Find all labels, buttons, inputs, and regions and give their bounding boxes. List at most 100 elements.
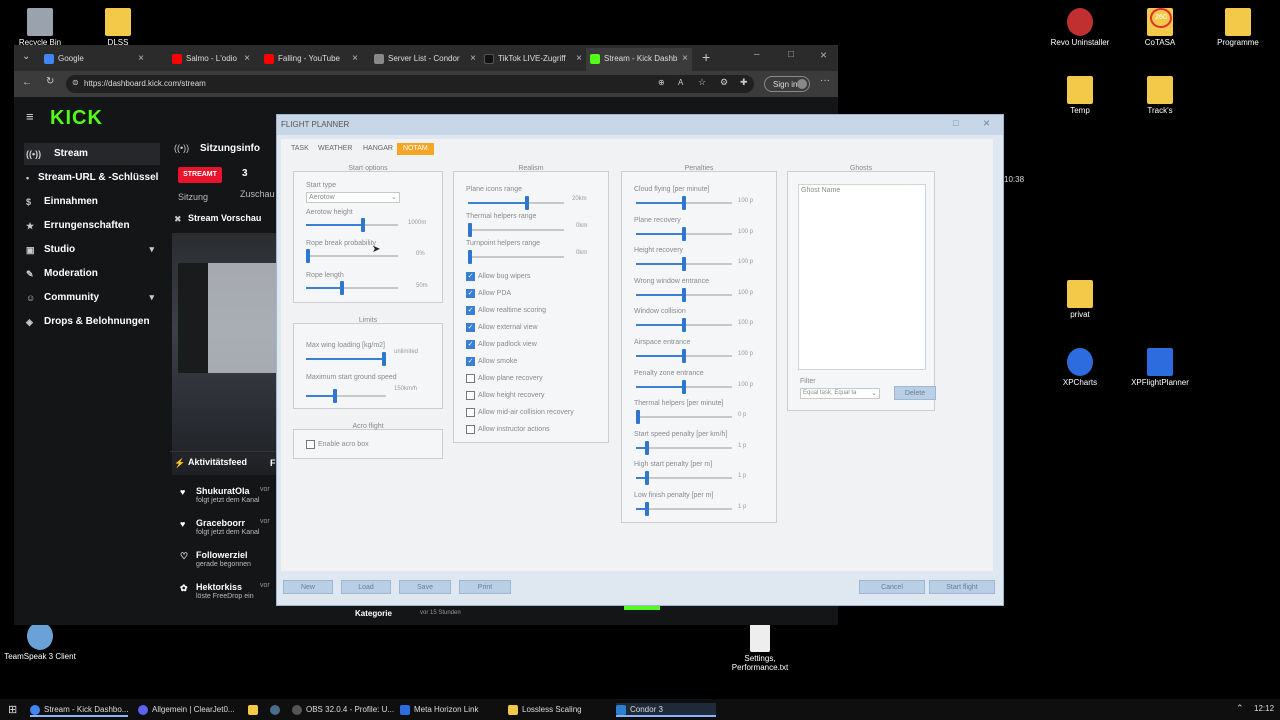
nav-einnahmen[interactable]: $ Einnahmen [24, 191, 160, 213]
read-aloud-icon[interactable]: A [678, 78, 683, 87]
tab-server-list[interactable]: Server List - Condor × [370, 48, 480, 71]
enable-acro-checkbox[interactable] [306, 440, 315, 449]
reload-icon[interactable]: ↻ [46, 76, 54, 87]
close-tab-icon[interactable]: × [244, 53, 250, 64]
maximize-icon[interactable]: □ [788, 49, 794, 60]
tab-hangar[interactable]: HANGAR [357, 143, 399, 155]
nav-moderation[interactable]: ✎ Moderation [24, 263, 160, 285]
zoom-icon[interactable]: ⊕ [658, 78, 665, 87]
tab-weather[interactable]: WEATHER [312, 143, 358, 155]
tab-notam[interactable]: NOTAM [397, 143, 434, 155]
thermal-helpers-range-slider[interactable] [468, 223, 564, 237]
nav-errungenschaften[interactable]: ★ Errungenschaften [24, 215, 160, 237]
slider-thumb[interactable] [333, 389, 337, 403]
hamburger-menu-icon[interactable]: ≡ [26, 109, 34, 124]
desktop-icon-xpcharts[interactable]: XPCharts [1040, 348, 1120, 387]
desktop-icon-settings-txt[interactable]: Settings, Performance.txt [720, 624, 800, 672]
slider-thumb[interactable] [636, 410, 640, 425]
save-button[interactable]: Save [399, 580, 451, 594]
slider-thumb[interactable] [682, 257, 686, 272]
back-icon[interactable]: ← [22, 77, 32, 88]
rope-break-slider[interactable] [306, 249, 398, 263]
desktop-icon-xpflightplanner[interactable]: XPFlightPlanner [1120, 348, 1200, 387]
slider-thumb[interactable] [468, 223, 472, 237]
kick-logo[interactable]: KICK [50, 107, 103, 130]
slider-thumb[interactable] [645, 471, 649, 486]
new-button[interactable]: New [283, 580, 333, 594]
start-type-select[interactable]: Aerotow ⌄ [306, 192, 400, 203]
taskbar-item-explorer[interactable] [248, 703, 262, 717]
penalty-slider[interactable] [636, 349, 732, 363]
site-info-icon[interactable]: ⊜ [72, 78, 79, 87]
penalty-slider[interactable] [636, 287, 732, 302]
penalty-slider[interactable] [636, 318, 732, 333]
taskbar-item-meta-horizon[interactable]: Meta Horizon Link [400, 703, 478, 717]
slider-thumb[interactable] [468, 250, 472, 264]
ghost-list[interactable]: Ghost Name [798, 184, 926, 370]
favorite-icon[interactable]: ☆ [698, 77, 706, 88]
start-ground-speed-slider[interactable] [306, 389, 386, 403]
close-window-icon[interactable]: × [820, 48, 827, 62]
slider-thumb[interactable] [645, 502, 649, 516]
maximize-icon[interactable]: □ [953, 118, 958, 128]
allow-padlock-view-checkbox[interactable]: ✓ [466, 340, 475, 349]
slider-thumb[interactable] [682, 287, 686, 302]
taskbar-item-steam[interactable] [270, 703, 284, 717]
load-button[interactable]: Load [341, 580, 391, 594]
penalty-slider[interactable] [636, 226, 732, 241]
allow-height-recovery-checkbox[interactable] [466, 391, 475, 400]
slider-thumb[interactable] [682, 196, 686, 210]
taskbar-item-discord[interactable]: Allgemein | ClearJet0... [138, 703, 235, 717]
allow-midair-collision-recovery-checkbox[interactable] [466, 408, 475, 417]
desktop-icon-recycle-bin[interactable]: Recycle Bin [0, 8, 80, 47]
url-field[interactable]: ⊜ https://dashboard.kick.com/stream ⊕ A … [66, 75, 754, 93]
penalty-slider[interactable] [636, 379, 732, 394]
slider-thumb[interactable] [645, 440, 649, 455]
more-menu-icon[interactable]: ··· [820, 75, 830, 86]
desktop-icon-teamspeak[interactable]: TeamSpeak 3 Client [0, 622, 80, 661]
nav-drops[interactable]: ◈ Drops & Belohnungen [24, 311, 160, 333]
wing-loading-slider[interactable] [306, 352, 386, 366]
chevron-down-icon[interactable]: ▾ [149, 292, 154, 303]
tab-list-chevron-icon[interactable]: ⌄ [22, 51, 30, 62]
turnpoint-helpers-range-slider[interactable] [468, 250, 564, 264]
close-tab-icon[interactable]: × [470, 53, 476, 64]
print-button[interactable]: Print [459, 580, 511, 594]
nav-stream-url-key[interactable]: • Stream-URL & -Schlüssel [24, 167, 160, 189]
filter-select[interactable]: Equal task, Equal ta ⌄ [800, 388, 880, 399]
desktop-icon-programme[interactable]: Programme [1198, 8, 1278, 47]
close-tab-icon[interactable]: × [682, 53, 688, 64]
slider-thumb[interactable] [682, 318, 686, 333]
allow-instructor-actions-checkbox[interactable] [466, 425, 475, 434]
slider-thumb[interactable] [682, 226, 686, 241]
slider-thumb[interactable] [682, 349, 686, 363]
penalty-slider[interactable] [636, 440, 732, 455]
cancel-button[interactable]: Cancel [859, 580, 925, 594]
tab-google[interactable]: Google × [40, 48, 148, 71]
slider-thumb[interactable] [525, 196, 529, 210]
desktop-icon-privat[interactable]: privat [1040, 280, 1120, 319]
taskbar-item-lossless-scaling[interactable]: Lossless Scaling [508, 703, 582, 717]
desktop-icon-dlss[interactable]: DLSS [78, 8, 158, 47]
chevron-down-icon[interactable]: ▾ [149, 244, 154, 255]
new-tab-icon[interactable]: + [702, 49, 710, 65]
desktop-icon-revo-uninstaller[interactable]: Revo Uninstaller [1040, 8, 1120, 47]
plane-icons-range-slider[interactable] [468, 196, 564, 210]
collections-icon[interactable]: ✚ [740, 77, 748, 88]
allow-smoke-checkbox[interactable]: ✓ [466, 357, 475, 366]
taskbar-item-obs[interactable]: OBS 32.0.4 - Profile: U... [292, 703, 394, 717]
allow-bug-wipers-checkbox[interactable]: ✓ [466, 272, 475, 281]
sign-in-button[interactable]: Sign in [764, 76, 810, 92]
slider-thumb[interactable] [382, 352, 386, 366]
nav-studio[interactable]: ▣ Studio ▾ [24, 239, 160, 261]
allow-external-view-checkbox[interactable]: ✓ [466, 323, 475, 332]
penalty-slider[interactable] [636, 471, 732, 486]
stream-preview-video[interactable] [172, 233, 276, 475]
tab-kick-dashboard[interactable]: Stream - Kick Dashb × [586, 48, 692, 71]
close-tab-icon[interactable]: × [576, 53, 582, 64]
allow-realtime-scoring-checkbox[interactable]: ✓ [466, 306, 475, 315]
activity-tab[interactable]: F [270, 458, 276, 468]
extensions-icon[interactable]: ⚙ [720, 77, 728, 88]
slider-thumb[interactable] [306, 249, 310, 263]
allow-plane-recovery-checkbox[interactable] [466, 374, 475, 383]
